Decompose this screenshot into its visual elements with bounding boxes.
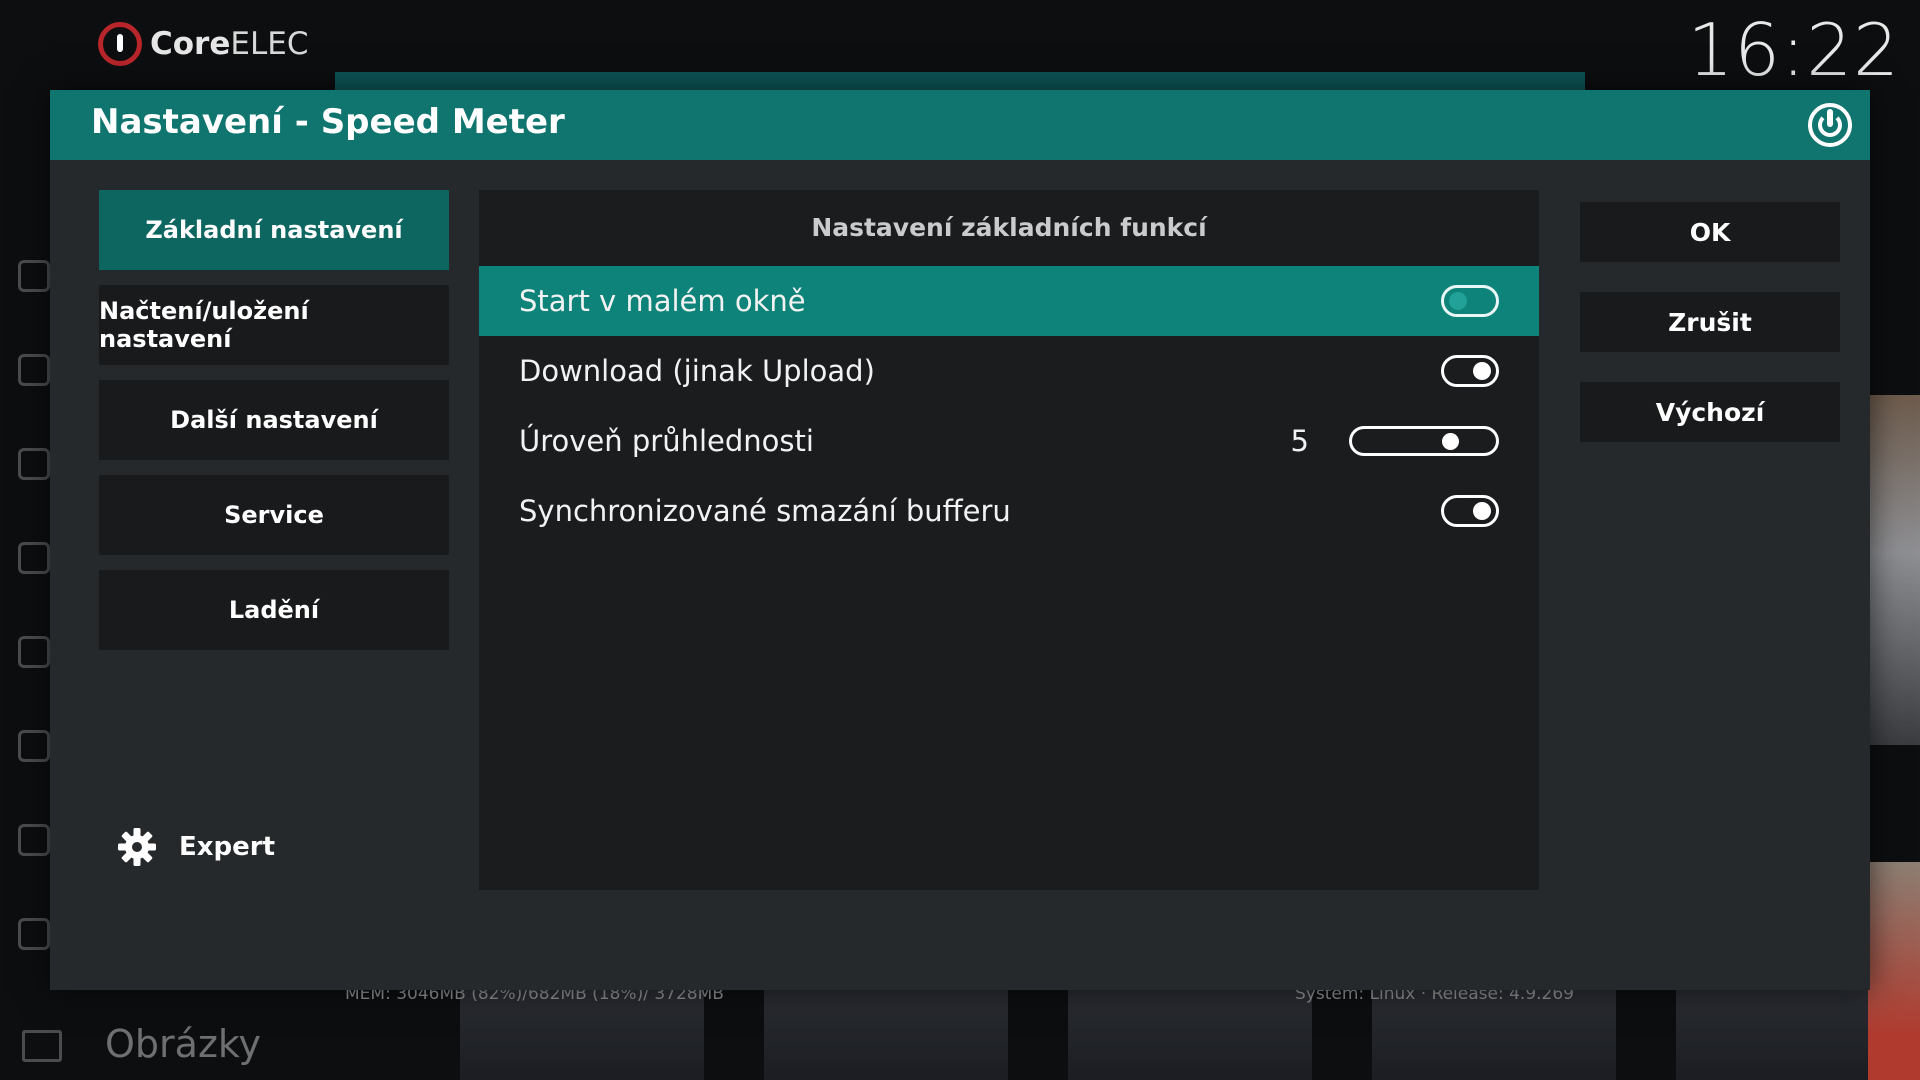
settings-level-button[interactable]: Expert [117,827,275,867]
toggle-switch[interactable] [1441,355,1499,387]
addon-settings-dialog: Nastavení - Speed Meter Základní nastave… [50,90,1870,990]
music-video-icon[interactable] [18,542,50,574]
dialog-header: Nastavení - Speed Meter [50,90,1870,160]
addons-icon[interactable] [18,918,50,950]
toggle-knob [1473,362,1491,380]
setting-label: Synchronizované smazání bufferu [519,494,1011,528]
toggle-knob [1473,502,1491,520]
category-load-save-settings[interactable]: Načtení/uložení nastavení [99,285,449,365]
movies-icon[interactable] [18,260,50,292]
category-list: Základní nastavení Načtení/uložení nasta… [99,190,449,665]
toggle-knob [1449,292,1467,310]
power-icon [1808,103,1852,147]
poster [1868,395,1920,745]
settings-panel: Nastavení základních funkcí Start v malé… [479,190,1539,890]
brand-name: CoreELEC [150,26,309,62]
thumbnail [764,990,1008,1080]
thumbnail [1068,990,1312,1080]
ok-button[interactable]: OK [1580,202,1840,262]
toggle-switch[interactable] [1441,285,1499,317]
gear-icon [118,828,156,866]
category-other-settings[interactable]: Další nastavení [99,380,449,460]
music-icon[interactable] [18,448,50,480]
dialog-title: Nastavení - Speed Meter [91,102,565,142]
setting-label: Download (jinak Upload) [519,354,875,388]
clock: 16:22 [1687,8,1900,92]
dialog-actions: OK Zrušit Výchozí [1580,202,1840,472]
screen: CoreELEC 16:22 Obrázky MEM: 3046MB (82%)… [0,0,1920,1080]
cancel-button[interactable]: Zrušit [1580,292,1840,352]
category-service[interactable]: Service [99,475,449,555]
coreelec-power-icon [98,22,142,66]
tv-icon[interactable] [18,354,50,386]
transparency-slider[interactable] [1349,426,1499,456]
poster [1868,862,1920,1080]
setting-sync-buffer-clear[interactable]: Synchronizované smazání bufferu [479,476,1539,546]
category-basic-settings[interactable]: Základní nastavení [99,190,449,270]
setting-transparency-level[interactable]: Úroveň průhlednosti 5 [479,406,1539,476]
slider-value: 5 [1290,424,1309,458]
slider-knob[interactable] [1441,433,1459,450]
settings-level-label: Expert [179,832,276,862]
panel-title: Nastavení základních funkcí [811,213,1207,242]
default-button[interactable]: Výchozí [1580,382,1840,442]
category-debug[interactable]: Ladění [99,570,449,650]
background-banner [335,72,1585,92]
live-tv-icon[interactable] [18,636,50,668]
pictures-icon [22,1030,62,1062]
games-icon[interactable] [18,824,50,856]
coreelec-logo: CoreELEC [98,22,308,66]
home-menu-pictures[interactable]: Obrázky [105,1022,261,1066]
setting-label: Start v malém okně [519,284,806,318]
radio-icon[interactable] [18,730,50,762]
setting-start-small-window[interactable]: Start v malém okně [479,266,1539,336]
setting-download-upload[interactable]: Download (jinak Upload) [479,336,1539,406]
setting-label: Úroveň průhlednosti [519,424,814,458]
toggle-switch[interactable] [1441,495,1499,527]
